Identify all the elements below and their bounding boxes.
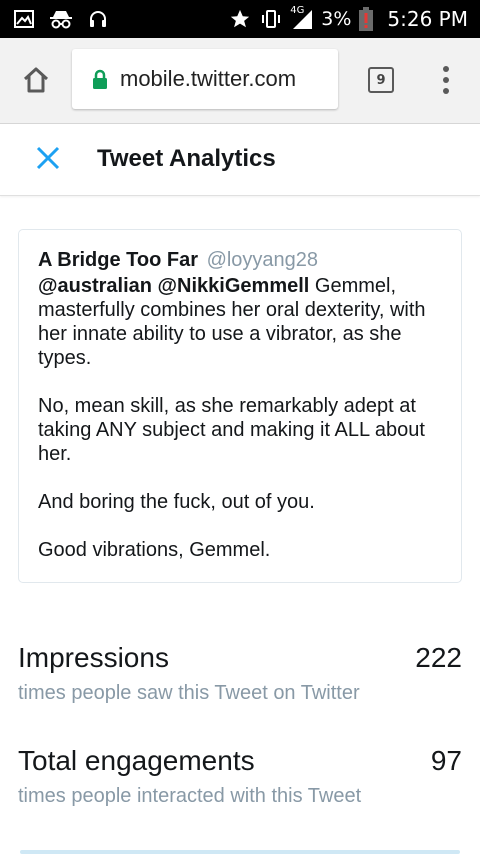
metric-description: times people interacted with this Tweet <box>18 785 362 807</box>
next-card-edge <box>20 850 460 854</box>
close-icon <box>35 145 61 176</box>
incognito-icon <box>48 9 74 29</box>
metric-impressions: Impressions 222 times people saw this Tw… <box>18 642 462 712</box>
home-icon <box>21 65 51 100</box>
tweet-paragraph: @australian @NikkiGemmell Gemmel, master… <box>38 274 443 370</box>
tweet-paragraph: And boring the fuck, out of you. <box>38 491 315 513</box>
mention-link[interactable]: @NikkiGemmell <box>158 275 310 297</box>
image-icon <box>14 10 34 28</box>
metric-value: 97 <box>430 745 462 776</box>
address-bar[interactable]: mobile.twitter.com <box>72 49 338 109</box>
tweet-paragraph: No, mean skill, as she remarkably adept … <box>38 395 425 465</box>
metric-description: times people saw this Tweet on Twitter <box>18 682 360 704</box>
battery-percent: 3% <box>321 8 352 30</box>
signal-icon: 4G <box>290 5 313 30</box>
menu-button[interactable] <box>434 62 458 98</box>
lock-icon <box>92 69 108 89</box>
vibrate-icon <box>259 9 283 29</box>
metric-engagements: Total engagements 97 times people intera… <box>18 745 462 815</box>
browser-toolbar: mobile.twitter.com 9 <box>0 38 480 124</box>
star-icon <box>229 8 251 30</box>
clock: 5:26 PM <box>387 7 468 31</box>
tab-count: 9 <box>376 72 386 88</box>
author-name: A Bridge Too Far <box>38 249 198 271</box>
tweet-author: A Bridge Too Far @loyyang28 <box>38 248 443 272</box>
tweet-paragraph: Good vibrations, Gemmel. <box>38 539 271 561</box>
home-button[interactable] <box>16 62 56 102</box>
author-handle[interactable]: @loyyang28 <box>207 249 318 271</box>
status-bar: 4G 3% 5:26 PM <box>0 0 480 38</box>
url-text: mobile.twitter.com <box>120 66 297 91</box>
tweet-card[interactable]: A Bridge Too Far @loyyang28 @australian … <box>18 229 462 583</box>
battery-low-icon <box>359 7 374 31</box>
close-button[interactable] <box>30 142 66 178</box>
metric-label: Impressions <box>18 642 169 673</box>
tweet-text: @australian @NikkiGemmell Gemmel, master… <box>38 274 443 562</box>
page-title: Tweet Analytics <box>97 145 276 172</box>
network-type: 4G <box>290 5 305 16</box>
app-header: Tweet Analytics <box>0 124 480 196</box>
metric-value: 222 <box>415 642 462 673</box>
mention-link[interactable]: @australian <box>38 275 152 297</box>
headset-icon <box>88 9 108 29</box>
menu-icon <box>443 66 449 72</box>
metric-label: Total engagements <box>18 745 255 776</box>
tabs-button[interactable]: 9 <box>368 67 394 93</box>
